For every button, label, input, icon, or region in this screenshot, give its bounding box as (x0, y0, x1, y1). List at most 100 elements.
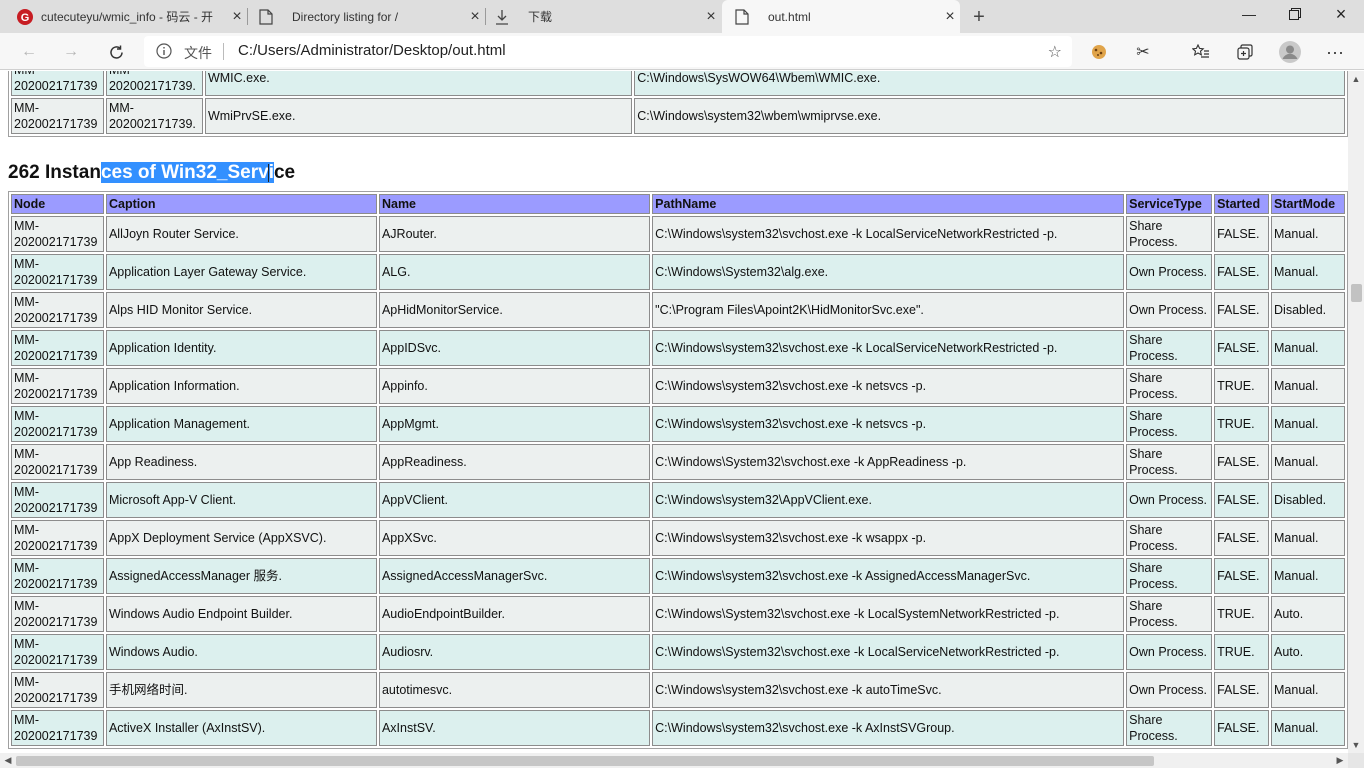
close-icon[interactable]: × (227, 7, 247, 27)
node-cell: MM-202002171739 (11, 330, 104, 366)
started-cell: FALSE. (1214, 558, 1270, 594)
name-cell: AppXSvc. (378, 520, 651, 556)
caption-cell: 手机网络时间. (105, 672, 377, 708)
startmode-cell: Manual. (1271, 216, 1345, 252)
tab-title: 下载 (528, 10, 553, 24)
star-icon[interactable]: ☆ (1048, 42, 1062, 62)
table-row: MM-202002171739 手机网络时间. autotimesvc. C:\Win… (11, 672, 1345, 708)
path-cell: C:\Windows\System32\alg.exe. (652, 254, 1125, 290)
scroll-thumb[interactable] (1351, 284, 1362, 302)
name-cell: AssignedAccessManagerSvc. (378, 558, 651, 594)
section-heading: 262 Instances of Win32_Service (8, 155, 1348, 191)
scroll-thumb[interactable] (16, 756, 1154, 766)
new-tab-button[interactable]: + (966, 4, 992, 30)
collections-icon[interactable] (1230, 37, 1260, 67)
table-row: MM-202002171739 AssignedAccessManager 服务.… (11, 558, 1345, 594)
address-bar[interactable]: 文件 C:/Users/Administrator/Desktop/out.ht… (144, 36, 1072, 67)
name-cell: autotimesvc. (378, 672, 651, 708)
close-icon[interactable]: × (701, 7, 721, 27)
table-row: MM-202002171739 Microsoft App-V Client. Ap… (11, 482, 1345, 518)
close-window-icon[interactable]: × (1318, 0, 1364, 28)
servicetype-cell: Share Process. (1126, 216, 1213, 252)
table-row: MM-202002171739 Alps HID Monitor Service.… (11, 292, 1345, 328)
cookie-icon[interactable] (1084, 37, 1114, 67)
scroll-up-icon[interactable]: ▲ (1348, 71, 1364, 87)
startmode-cell: Manual. (1271, 672, 1345, 708)
startmode-cell: Manual. (1271, 254, 1345, 290)
name-cell: AxInstSV. (378, 710, 651, 746)
scroll-left-icon[interactable]: ◀ (0, 753, 16, 768)
name-cell: AppIDSvc. (378, 330, 651, 366)
caption-cell: Microsoft App-V Client. (105, 482, 377, 518)
page-icon (258, 8, 274, 25)
name-cell: Appinfo. (378, 368, 651, 404)
node-cell: MM-202002171739 (11, 216, 104, 252)
scissors-icon[interactable]: ✂ (1128, 37, 1158, 67)
started-cell: FALSE. (1214, 672, 1270, 708)
tab-out-html[interactable]: out.html × (722, 0, 960, 33)
caption-cell: Application Layer Gateway Service. (105, 254, 377, 290)
path-cell: C:\Windows\system32\svchost.exe -k Assig… (652, 558, 1125, 594)
servicetype-cell: Own Process. (1126, 634, 1213, 670)
servicetype-cell: Share Process. (1126, 710, 1213, 746)
heading-text-after: ce (273, 162, 296, 183)
node-cell: MM-202002171739 (11, 558, 104, 594)
header-servicetype: ServiceType (1126, 194, 1213, 214)
node-cell: MM-202002171739 (11, 634, 104, 670)
node-cell: MM-202002171739 (11, 482, 104, 518)
more-menu-icon[interactable]: ··· (1320, 37, 1350, 67)
scrollbar-corner (1348, 753, 1364, 768)
close-icon[interactable]: × (940, 7, 960, 27)
restore-icon[interactable] (1272, 0, 1318, 28)
path-cell: C:\Windows\system32\svchost.exe -k AxIns… (652, 710, 1125, 746)
back-icon[interactable]: ← (14, 37, 44, 67)
favorites-icon[interactable] (1186, 37, 1216, 67)
minimize-icon[interactable]: — (1226, 0, 1272, 28)
table-row: MM-202002171739 Application Information. A… (11, 368, 1345, 404)
profile-avatar-icon[interactable] (1275, 37, 1305, 67)
close-icon[interactable]: × (465, 7, 485, 27)
name-cell: Audiosrv. (378, 634, 651, 670)
tab-title: out.html (768, 9, 811, 24)
startmode-cell: Manual. (1271, 330, 1345, 366)
started-cell: FALSE. (1214, 292, 1270, 328)
started-cell: FALSE. (1214, 330, 1270, 366)
started-cell: TRUE. (1214, 596, 1270, 632)
vertical-scrollbar[interactable]: ▲ ▼ (1348, 71, 1364, 753)
servicetype-cell: Own Process. (1126, 482, 1213, 518)
page-viewport: MM-202002171739 MM-202002171739. WMIC.ex… (0, 71, 1348, 753)
header-name: Name (378, 194, 651, 214)
scroll-down-icon[interactable]: ▼ (1348, 737, 1364, 753)
name-cell: ApHidMonitorService. (378, 292, 651, 328)
url-text[interactable]: C:/Users/Administrator/Desktop/out.html (238, 42, 506, 59)
startmode-cell: Auto. (1271, 634, 1345, 670)
horizontal-scrollbar[interactable]: ◀ ▶ (0, 753, 1348, 768)
info-icon[interactable] (156, 43, 172, 59)
tab-directory-listing[interactable]: Directory listing for / × (248, 0, 485, 33)
caption-cell: Application Management. (105, 406, 377, 442)
tab-title: Directory listing for / (292, 9, 399, 24)
table-row: MM-202002171739 AllJoyn Router Service. AJ… (11, 216, 1345, 252)
startmode-cell: Manual. (1271, 444, 1345, 480)
node-cell: MM-202002171739 (11, 406, 104, 442)
node-cell: MM-202002171739 (11, 520, 104, 556)
refresh-icon[interactable] (101, 37, 131, 67)
tab-gitee[interactable]: G cutecuteyu/wmic_info - 码云 - 开 × (0, 0, 247, 33)
processes-table: MM-202002171739 MM-202002171739. WMIC.ex… (8, 71, 1348, 137)
tab-downloads[interactable]: 下载 × (486, 0, 721, 33)
svg-text:G: G (21, 12, 30, 24)
started-cell: FALSE. (1214, 482, 1270, 518)
scroll-right-icon[interactable]: ▶ (1332, 753, 1348, 768)
servicetype-cell: Share Process. (1126, 330, 1213, 366)
caption-cell: AssignedAccessManager 服务. (105, 558, 377, 594)
heading-text-before: 262 Instan (8, 162, 101, 183)
forward-icon[interactable]: → (56, 37, 86, 67)
servicetype-cell: Own Process. (1126, 292, 1213, 328)
path-cell: C:\Windows\system32\svchost.exe -k netsv… (652, 406, 1125, 442)
selected-text: ces of Win32_Serv (100, 162, 269, 183)
name-cell: ALG. (378, 254, 651, 290)
tab-title: cutecuteyu/wmic_info - 码云 - 开 (41, 10, 214, 24)
scheme-label: 文件 (184, 45, 212, 61)
table-row: MM-202002171739 Application Management. Ap… (11, 406, 1345, 442)
node-cell: MM-202002171739 (11, 596, 104, 632)
